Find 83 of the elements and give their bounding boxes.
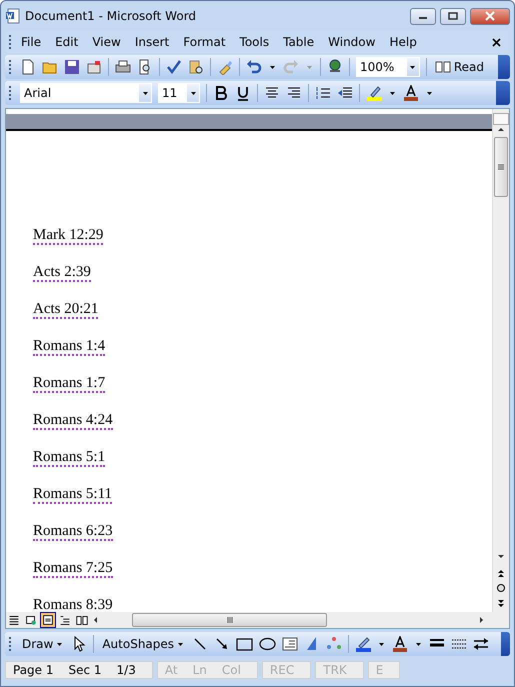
close-icon[interactable] xyxy=(491,36,502,48)
document-text: Romans 5:11 xyxy=(33,486,112,504)
status-text: TRK xyxy=(322,663,348,677)
document-text: Romans 1:4 xyxy=(33,338,106,356)
blank-page-icon[interactable] xyxy=(20,59,36,75)
browse-object-icon[interactable] xyxy=(496,583,506,593)
view-button[interactable] xyxy=(40,612,56,628)
bold-icon[interactable] xyxy=(213,85,229,101)
hyperlink-icon[interactable] xyxy=(327,59,343,75)
status-text: Sec 1 xyxy=(68,663,103,677)
menu-item[interactable]: Help xyxy=(382,33,424,51)
autoshapes-menu-button[interactable]: AutoShapes xyxy=(100,637,186,651)
read-button[interactable]: Read xyxy=(432,59,486,75)
spelling-icon[interactable] xyxy=(166,59,182,75)
underline-icon[interactable] xyxy=(235,85,251,101)
split-handle[interactable] xyxy=(493,113,509,125)
dropdown-arrow-icon[interactable] xyxy=(140,89,150,97)
status-text: Ln xyxy=(192,663,208,677)
menu-item[interactable]: File xyxy=(14,33,48,51)
menu-item[interactable]: Tools xyxy=(232,33,276,51)
highlighter-icon[interactable] xyxy=(366,85,382,101)
dropdown-arrow-icon xyxy=(56,641,64,647)
status-text: 1/3 xyxy=(116,663,137,677)
undo-icon[interactable] xyxy=(246,59,262,75)
rectangle-icon[interactable] xyxy=(236,636,254,652)
scroll-thumb[interactable] xyxy=(494,137,508,197)
arrow-style-icon[interactable] xyxy=(473,636,490,652)
close-button[interactable] xyxy=(470,8,510,24)
status-text: E xyxy=(374,663,384,677)
scroll-thumb[interactable] xyxy=(132,613,327,627)
book-icon xyxy=(434,59,451,75)
document-text: Acts 20:21 xyxy=(33,301,98,319)
next-page-icon[interactable] xyxy=(496,598,506,608)
dropdown-arrow-icon[interactable] xyxy=(408,63,418,71)
document-text: Romans 7:25 xyxy=(33,560,113,578)
menu-item[interactable]: Edit xyxy=(48,33,86,51)
font-color-icon[interactable] xyxy=(392,636,408,652)
grip-icon xyxy=(497,164,505,170)
diagram-icon[interactable] xyxy=(326,636,342,652)
dropdown-arrow-icon[interactable] xyxy=(268,63,277,71)
dropdown-arrow-icon[interactable] xyxy=(377,640,386,648)
menu-item[interactable]: View xyxy=(85,33,128,51)
font-field[interactable]: Arial xyxy=(20,83,152,103)
font-color-icon[interactable] xyxy=(403,85,419,101)
maximize-button[interactable] xyxy=(440,8,466,24)
menu-item[interactable]: Format xyxy=(176,33,233,51)
document-text: Mark 12:29 xyxy=(33,227,104,245)
format-painter-icon[interactable] xyxy=(217,59,233,75)
print-icon[interactable] xyxy=(115,59,131,75)
numbered-list-icon[interactable] xyxy=(315,85,331,101)
grip-icon xyxy=(226,616,232,624)
restore-icon xyxy=(448,12,458,20)
document-text: Romans 1:7 xyxy=(33,375,106,393)
text-box-icon[interactable] xyxy=(282,636,298,652)
document-text: Romans 4:24 xyxy=(33,412,113,430)
menu-item[interactable]: Insert xyxy=(128,33,176,51)
status-text: REC xyxy=(268,663,296,677)
menu-item[interactable]: Window xyxy=(321,33,382,51)
document-text: Romans 5:1 xyxy=(33,449,106,467)
font-size-field[interactable]: 11 xyxy=(158,83,200,103)
close-icon xyxy=(485,11,495,21)
dropdown-arrow-icon[interactable] xyxy=(414,640,424,648)
toolbar-options-button[interactable] xyxy=(498,55,510,79)
document-text: Acts 2:39 xyxy=(33,264,91,282)
zoom-field[interactable]: 100% xyxy=(356,57,420,77)
previous-page-icon[interactable] xyxy=(496,568,506,578)
page-icon xyxy=(41,612,55,628)
document-text: Romans 6:23 xyxy=(33,523,113,541)
status-text: Col xyxy=(220,663,242,677)
fill-color-icon[interactable] xyxy=(355,636,372,652)
dropdown-arrow-icon xyxy=(177,641,184,647)
oval-icon[interactable] xyxy=(259,636,276,652)
document-icon xyxy=(5,8,21,24)
dropdown-arrow-icon[interactable] xyxy=(425,89,434,97)
minimize-button[interactable] xyxy=(410,8,436,24)
window-title: Document1 - Microsoft Word xyxy=(25,9,198,23)
status-text: Page 1 xyxy=(12,663,54,677)
menu-item[interactable]: Table xyxy=(276,33,322,51)
dropdown-arrow-icon[interactable] xyxy=(388,89,397,97)
status-text: At xyxy=(164,663,179,677)
save-icon[interactable] xyxy=(64,59,80,75)
dropdown-arrow-icon[interactable] xyxy=(188,89,198,97)
draw-menu-button[interactable]: Draw xyxy=(20,637,66,651)
